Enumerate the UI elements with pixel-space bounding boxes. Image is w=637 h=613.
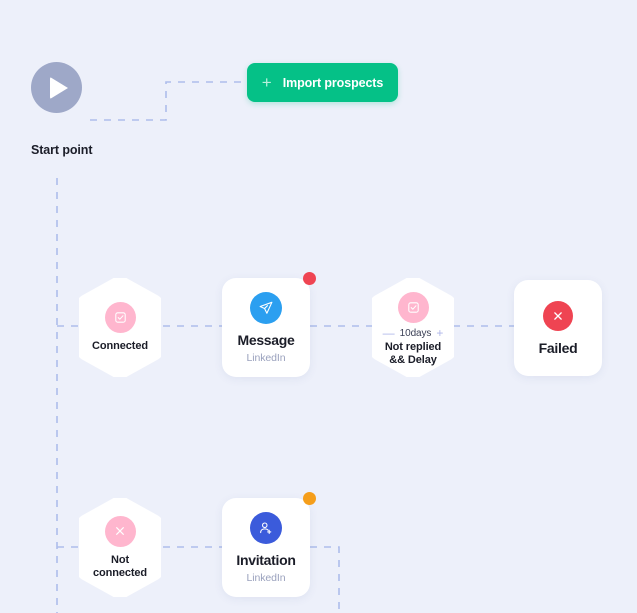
edge-invitation-out [310,546,340,613]
status-badge-red [303,272,316,285]
node-delay-label: Not replied && Delay [385,341,441,367]
checkbox-icon [397,292,429,323]
node-delay[interactable]: — 10days + Not replied && Delay [372,278,454,377]
close-circle-icon [543,300,573,331]
status-badge-orange [303,492,316,505]
node-not-connected-label-line1: Not [110,553,130,566]
node-delay-label-line2: && Delay [389,354,437,366]
node-failed[interactable]: Failed [514,280,602,376]
node-not-connected-label: Not connected [93,554,147,580]
delay-value: 10days [399,327,432,339]
plus-icon: + [261,72,272,92]
close-icon [104,515,136,547]
node-delay-label-line1: Not replied [384,341,442,353]
play-icon [50,76,68,99]
workflow-canvas: Start point + Import prospects Connected [0,0,637,613]
import-prospects-button[interactable]: + Import prospects [247,63,398,102]
node-connected-label: Connected [92,340,148,352]
node-not-connected[interactable]: Not connected [79,498,161,597]
node-connected[interactable]: Connected [79,278,161,377]
node-message-subtitle: LinkedIn [246,351,286,364]
delay-decrement-button[interactable]: — [383,327,395,339]
start-point-label: Start point [31,143,93,157]
import-prospects-label: Import prospects [282,75,384,90]
node-message-title: Message [237,331,295,348]
node-message[interactable]: Message LinkedIn [222,272,316,377]
node-not-connected-label-line2: connected [92,566,148,579]
person-add-icon [250,511,282,544]
start-play-button[interactable] [31,62,82,113]
node-failed-title: Failed [538,339,578,356]
checkbox-icon [104,302,136,333]
delay-increment-button[interactable]: + [436,327,443,339]
send-icon [250,291,282,324]
node-invitation-title: Invitation [236,551,296,568]
node-invitation-subtitle: LinkedIn [246,571,286,584]
edge-start-to-import [90,81,247,121]
delay-stepper[interactable]: — 10days + [383,327,444,339]
node-invitation[interactable]: Invitation LinkedIn [222,492,316,597]
